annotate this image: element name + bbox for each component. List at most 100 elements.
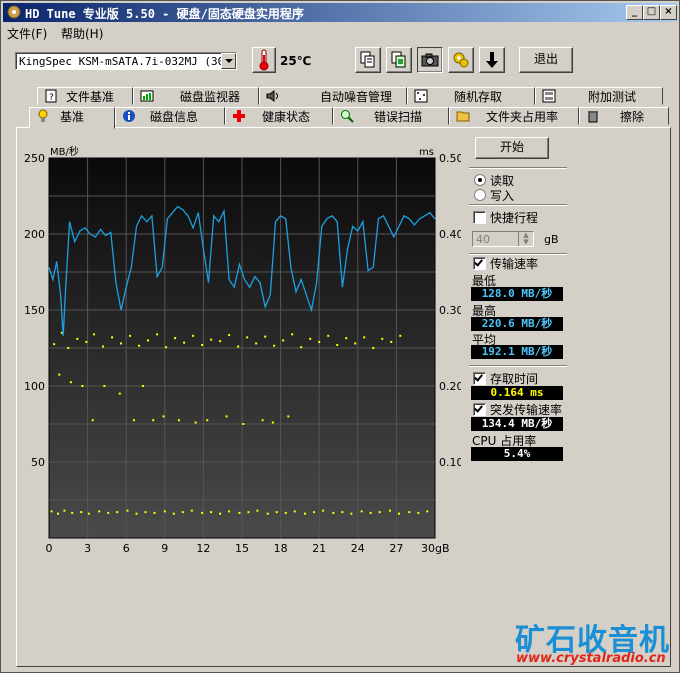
save-button[interactable] — [479, 47, 505, 73]
tab-error-scan[interactable]: 错误扫描 — [333, 107, 449, 125]
access-time-point — [81, 385, 84, 387]
copy-text-button[interactable] — [355, 47, 381, 73]
left-axis-label: MB/秒 — [50, 145, 79, 158]
write-radio[interactable] — [474, 189, 486, 201]
access-time-point — [93, 333, 96, 336]
y-tick-label-left: 50 — [31, 456, 45, 469]
access-time-point — [219, 340, 222, 343]
start-button[interactable]: 开始 — [475, 137, 549, 159]
access-time-point — [238, 511, 241, 514]
arrow-down-icon — [486, 52, 498, 68]
lightbulb-icon — [38, 109, 48, 122]
access-time-point — [147, 339, 150, 342]
tab-random-access[interactable]: 随机存取 — [407, 87, 535, 105]
access-time-point — [76, 337, 79, 340]
access-time-point — [138, 344, 141, 347]
extra-tests-icon — [542, 89, 556, 103]
access-time-point — [98, 510, 101, 513]
access-time-checkbox[interactable] — [473, 372, 486, 385]
access-time-point — [247, 511, 250, 514]
chevron-down-icon[interactable] — [221, 53, 236, 69]
tab-benchmark[interactable]: 基准 — [29, 107, 115, 129]
tab-label: 健康状态 — [262, 110, 311, 124]
access-time-point — [246, 336, 249, 339]
access-time-point — [390, 340, 393, 343]
access-time-point — [156, 333, 159, 336]
access-time-point — [58, 373, 61, 376]
access-time-point — [152, 419, 155, 422]
temperature-button[interactable] — [252, 47, 276, 73]
access-time-point — [116, 511, 119, 514]
copy-info-button[interactable] — [386, 47, 412, 73]
write-label: 写入 — [490, 189, 515, 203]
benchmark-chart: 50 100 150 200 250 0.10 0.20 0.30 0.40 0.50 0 3 6 9… — [21, 145, 464, 565]
tab-label: 文件基准 — [66, 90, 115, 104]
svg-text:?: ? — [49, 93, 54, 103]
app-window: HD Tune 专业版 5.50 - 硬盘/固态硬盘实用程序 _ □ × 文件(… — [0, 0, 680, 673]
spin-arrows-icon[interactable]: ▲ ▼ — [518, 232, 533, 246]
y-tick-label-right: 0.50 — [439, 152, 461, 165]
access-time-point — [91, 419, 94, 422]
access-time-point — [71, 511, 74, 514]
tab-label: 附加测试 — [588, 90, 637, 104]
drive-select[interactable]: KingSpec KSM-mSATA.7i-032MJ (30 gB) — [15, 52, 237, 70]
access-time-point — [87, 512, 90, 515]
tab-extra-tests[interactable]: 附加测试 — [535, 87, 663, 105]
tab-folder-usage[interactable]: 文件夹占用率 — [449, 107, 579, 125]
maximize-button[interactable]: □ — [643, 5, 660, 20]
right-axis-label: ms — [419, 147, 434, 158]
access-time-point — [304, 512, 307, 515]
minimize-button[interactable]: _ — [626, 5, 643, 20]
access-time-point — [399, 334, 402, 337]
transfer-rate-checkbox[interactable] — [473, 257, 486, 270]
benchmark-chart-svg: 50 100 150 200 250 0.10 0.20 0.30 0.40 0.50 0 3 6 9… — [24, 145, 464, 555]
tab-disk-info[interactable]: 磁盘信息 — [115, 107, 225, 125]
access-time-point — [363, 336, 366, 339]
access-time-point — [165, 346, 168, 349]
tab-noise-management[interactable]: 自动噪音管理 — [259, 87, 407, 105]
copy-info-icon — [391, 51, 406, 68]
short-stroke-spinbox[interactable]: 40 ▲ ▼ — [472, 231, 534, 247]
access-time-point — [192, 334, 195, 337]
access-time-point — [107, 511, 110, 514]
access-time-point — [177, 419, 180, 422]
monitor-chart-icon — [140, 90, 154, 102]
burst-rate-checkbox[interactable] — [473, 403, 486, 416]
read-radio[interactable] — [474, 174, 486, 186]
short-stroke-checkbox[interactable] — [473, 211, 486, 224]
app-icon — [7, 5, 21, 19]
menu-help[interactable]: 帮助(H) — [61, 25, 103, 42]
toolbar: KingSpec KSM-mSATA.7i-032MJ (30 gB) 25℃ — [3, 43, 677, 79]
access-time-point — [172, 512, 175, 515]
access-time-point — [408, 511, 411, 514]
screenshot-button[interactable] — [417, 47, 443, 73]
access-time-point — [132, 419, 135, 422]
exit-button[interactable]: 退出 — [519, 47, 573, 73]
access-time-point — [264, 335, 267, 338]
title-bar[interactable]: HD Tune 专业版 5.50 - 硬盘/固态硬盘实用程序 _ □ × — [3, 3, 677, 22]
x-tick-label: 21 — [312, 542, 326, 555]
access-time-point — [322, 509, 325, 512]
access-time-point — [69, 381, 72, 384]
menu-file[interactable]: 文件(F) — [7, 25, 47, 42]
access-time-point — [103, 385, 106, 387]
access-time-point — [261, 419, 264, 422]
drive-select-value: KingSpec KSM-mSATA.7i-032MJ (30 gB) — [19, 55, 237, 68]
access-time-point — [129, 334, 132, 337]
camera-icon — [421, 53, 439, 67]
tab-health[interactable]: 健康状态 — [225, 107, 333, 125]
access-time-point — [174, 337, 177, 340]
tab-label: 磁盘监视器 — [180, 90, 241, 104]
tab-disk-monitor[interactable]: 磁盘监视器 — [133, 87, 259, 105]
tab-file-benchmark[interactable]: ? 文件基准 — [37, 87, 133, 105]
y-tick-label-right: 0.10 — [439, 456, 461, 469]
y-tick-label-left: 100 — [24, 380, 45, 393]
avg-value: 192.1 MB/秒 — [471, 345, 563, 359]
access-time-point — [345, 337, 348, 340]
tab-erase[interactable]: 擦除 — [579, 107, 669, 125]
access-time-point — [293, 510, 296, 513]
close-button[interactable]: × — [660, 5, 677, 20]
access-time-point — [271, 421, 274, 424]
trash-icon — [588, 111, 598, 123]
options-button[interactable] — [448, 47, 474, 73]
